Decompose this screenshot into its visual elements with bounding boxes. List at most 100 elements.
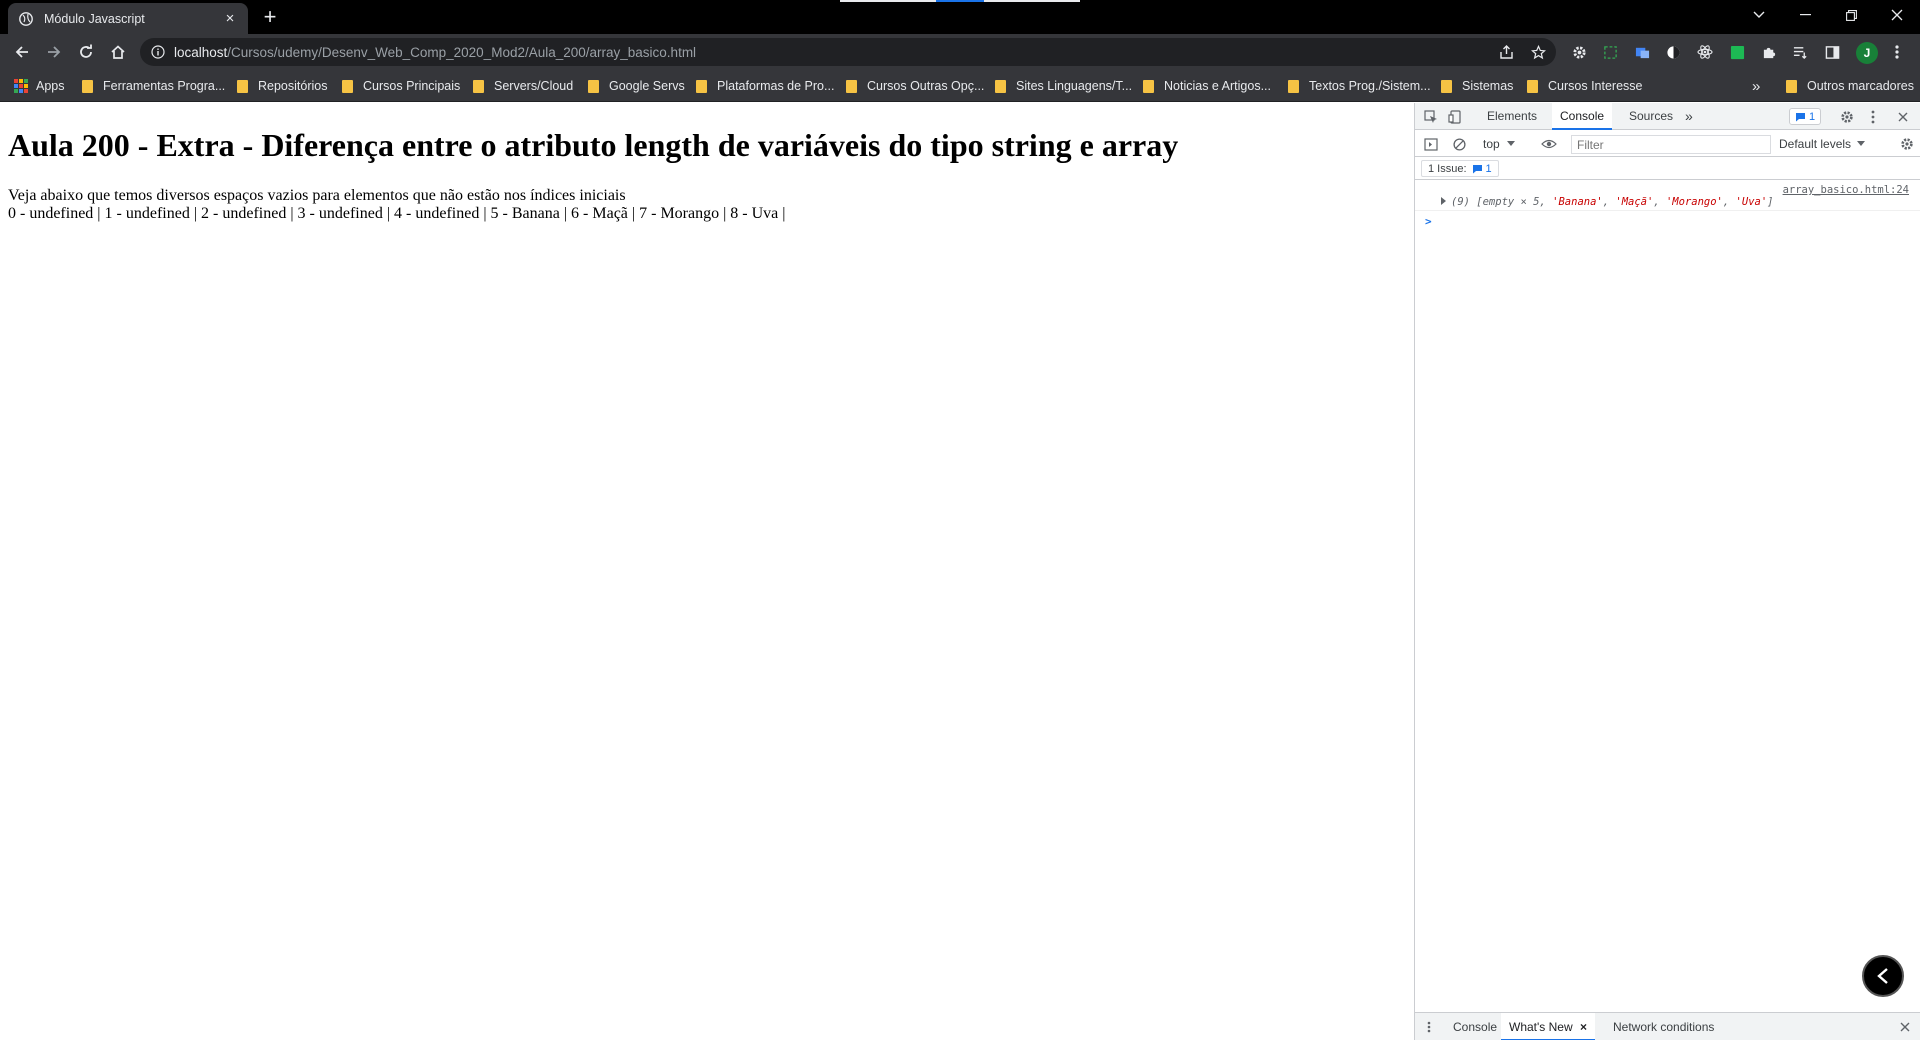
tab-sources[interactable]: Sources bbox=[1621, 103, 1681, 130]
clear-console-icon[interactable] bbox=[1449, 134, 1469, 154]
chevron-double-right-icon: » bbox=[1752, 77, 1761, 95]
other-bookmarks-folder[interactable]: Outros marcadores bbox=[1786, 77, 1914, 95]
issues-chip-count: 1 bbox=[1485, 162, 1492, 175]
minimize-icon[interactable] bbox=[1782, 0, 1828, 30]
reload-icon[interactable] bbox=[72, 38, 100, 66]
folder-icon bbox=[82, 79, 93, 93]
tab-strip: Módulo Javascript × + bbox=[0, 0, 1920, 34]
kebab-menu-icon[interactable] bbox=[1888, 43, 1906, 61]
back-arrow-icon[interactable] bbox=[8, 38, 36, 66]
console-toolbar: top Default levels bbox=[1415, 131, 1920, 157]
floating-back-button[interactable] bbox=[1862, 955, 1904, 997]
bookmark-label: Servers/Cloud bbox=[494, 79, 574, 93]
console-settings-gear-icon[interactable] bbox=[1897, 134, 1917, 154]
live-expression-eye-icon[interactable] bbox=[1539, 134, 1559, 154]
bookmark-folder[interactable]: Servers/Cloud bbox=[473, 77, 573, 95]
bookmarks-bar: Apps Ferramentas Progra... Repositórios … bbox=[0, 70, 1920, 102]
drawer-tab-label: What's New bbox=[1509, 1020, 1573, 1034]
close-drawer-icon[interactable] bbox=[1895, 1017, 1915, 1037]
issues-label: 1 Issue: bbox=[1428, 162, 1467, 175]
folder-icon bbox=[342, 79, 353, 93]
browser-tab[interactable]: Módulo Javascript × bbox=[8, 3, 248, 34]
close-tab-icon[interactable]: × bbox=[222, 10, 238, 27]
bookmark-folder[interactable]: Google Servs bbox=[588, 77, 685, 95]
drawer-menu-icon[interactable] bbox=[1419, 1017, 1439, 1037]
drawer-tab-console[interactable]: Console bbox=[1445, 1013, 1505, 1040]
tab-elements[interactable]: Elements bbox=[1479, 103, 1545, 130]
bookmark-folder[interactable]: Textos Prog./Sistem... bbox=[1288, 77, 1431, 95]
bookmark-folder[interactable]: Noticias e Artigos... bbox=[1143, 77, 1271, 95]
close-window-icon[interactable] bbox=[1874, 0, 1920, 30]
dark-mode-extension-icon[interactable] bbox=[1664, 43, 1682, 61]
translate-extension-icon[interactable] bbox=[1633, 43, 1651, 61]
bookmark-folder[interactable]: Cursos Outras Opç... bbox=[846, 77, 984, 95]
side-panel-icon[interactable] bbox=[1823, 43, 1841, 61]
log-source-link[interactable]: array_basico.html:24 bbox=[1783, 184, 1909, 196]
console-filter-input[interactable] bbox=[1571, 135, 1771, 154]
window-drag-indicator bbox=[840, 0, 1080, 2]
gear-extension-icon[interactable] bbox=[1570, 43, 1588, 61]
message-icon bbox=[1472, 164, 1482, 173]
folder-icon bbox=[588, 79, 599, 93]
bookmark-folder[interactable]: Cursos Principais bbox=[342, 77, 460, 95]
react-devtools-icon[interactable] bbox=[1696, 43, 1714, 61]
context-selector[interactable]: top bbox=[1483, 135, 1515, 153]
green-extension-icon[interactable] bbox=[1728, 43, 1746, 61]
tab-search-icon[interactable] bbox=[1736, 0, 1782, 30]
bookmark-label: Sites Linguagens/T... bbox=[1016, 79, 1133, 93]
issues-button[interactable]: 1 Issue: 1 bbox=[1421, 160, 1499, 177]
globe-icon bbox=[18, 11, 34, 27]
folder-icon bbox=[696, 79, 707, 93]
share-icon[interactable] bbox=[1494, 40, 1518, 64]
drawer-tab-network-conditions[interactable]: Network conditions bbox=[1605, 1013, 1722, 1040]
bookmark-folder[interactable]: Sistemas bbox=[1441, 77, 1513, 95]
folder-icon bbox=[1288, 79, 1299, 93]
bookmark-apps[interactable]: Apps bbox=[14, 77, 65, 95]
bookmark-folder[interactable]: Repositórios bbox=[237, 77, 327, 95]
home-icon[interactable] bbox=[104, 38, 132, 66]
forward-arrow-icon[interactable] bbox=[40, 38, 68, 66]
browser-toolbar: localhost/Cursos/udemy/Desenv_Web_Comp_2… bbox=[0, 34, 1920, 70]
bookmarks-overflow-button[interactable]: » bbox=[1752, 77, 1760, 95]
bookmark-folder[interactable]: Cursos Interesse bbox=[1527, 77, 1642, 95]
apps-grid-icon bbox=[14, 79, 28, 93]
devtools-tab-bar: Elements Console Sources » 1 bbox=[1415, 103, 1920, 130]
close-devtools-icon[interactable] bbox=[1893, 107, 1913, 127]
bookmark-folder[interactable]: Ferramentas Progra... bbox=[82, 77, 225, 95]
site-info-icon[interactable] bbox=[150, 44, 166, 60]
restore-icon[interactable] bbox=[1828, 0, 1874, 30]
reading-list-icon[interactable] bbox=[1791, 43, 1809, 61]
log-levels-dropdown[interactable]: Default levels bbox=[1779, 135, 1866, 153]
devtools-menu-icon[interactable] bbox=[1863, 107, 1883, 127]
bookmark-label: Outros marcadores bbox=[1807, 79, 1914, 93]
bookmark-folder[interactable]: Sites Linguagens/T... bbox=[995, 77, 1132, 95]
drawer-tab-whats-new[interactable]: What's New × bbox=[1501, 1013, 1595, 1040]
settings-gear-icon[interactable] bbox=[1837, 107, 1857, 127]
console-log-entry: array_basico.html:24 (9) [empty × 5, 'Ba… bbox=[1415, 181, 1920, 211]
folder-icon bbox=[237, 79, 248, 93]
url-host: localhost bbox=[174, 44, 228, 60]
expand-triangle-icon[interactable] bbox=[1441, 197, 1446, 205]
devtools-panel: Elements Console Sources » 1 top Filter … bbox=[1414, 103, 1920, 1040]
folder-icon bbox=[1143, 79, 1154, 93]
log-string: 'Banana' bbox=[1552, 196, 1603, 208]
issues-badge[interactable]: 1 bbox=[1789, 108, 1822, 125]
bookmark-label: Google Servs bbox=[609, 79, 685, 93]
console-prompt[interactable]: > bbox=[1425, 215, 1432, 228]
address-bar[interactable]: localhost/Cursos/udemy/Desenv_Web_Comp_2… bbox=[140, 38, 1556, 66]
log-array-preview[interactable]: (9) [empty × 5, 'Banana', 'Maçã', 'Moran… bbox=[1451, 196, 1773, 208]
bookmark-folder[interactable]: Plataformas de Pro... bbox=[696, 77, 834, 95]
close-drawer-tab-icon[interactable]: × bbox=[1580, 1020, 1587, 1034]
new-tab-button[interactable]: + bbox=[258, 6, 282, 30]
issues-row: 1 Issue: 1 bbox=[1415, 158, 1920, 180]
screenshot-extension-icon[interactable] bbox=[1601, 43, 1619, 61]
profile-avatar[interactable]: J bbox=[1856, 42, 1878, 64]
sidebar-toggle-icon[interactable] bbox=[1421, 134, 1441, 154]
folder-icon bbox=[846, 79, 857, 93]
more-tabs-icon[interactable]: » bbox=[1677, 103, 1701, 130]
bookmark-star-icon[interactable] bbox=[1526, 40, 1550, 64]
inspect-element-icon[interactable] bbox=[1421, 107, 1441, 127]
tab-console[interactable]: Console bbox=[1552, 103, 1613, 130]
device-toolbar-icon[interactable] bbox=[1445, 107, 1465, 127]
puzzle-extensions-icon[interactable] bbox=[1760, 43, 1778, 61]
